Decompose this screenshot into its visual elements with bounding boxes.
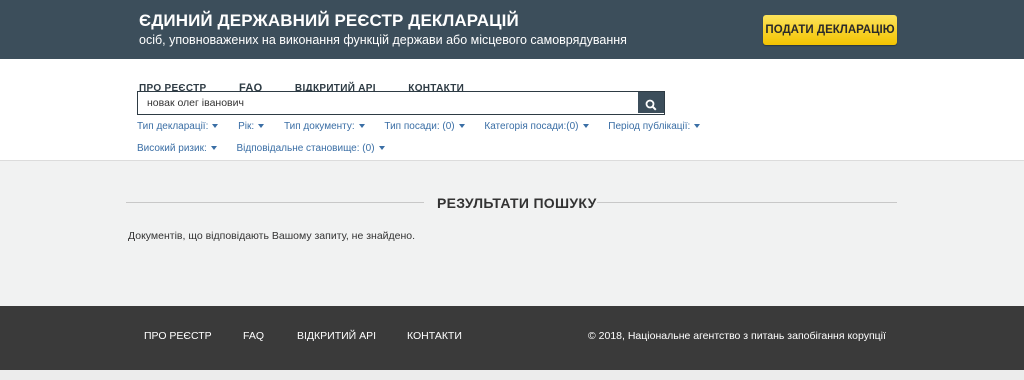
footer-link-about[interactable]: ПРО РЕЄСТР	[144, 330, 212, 342]
search-panel: ПРО РЕЄСТР FAQ ВІДКРИТИЙ API КОНТАКТИ Ти…	[0, 59, 1024, 161]
caret-down-icon	[212, 124, 219, 129]
filter-publication-period[interactable]: Період публікації:	[608, 121, 701, 132]
search-box	[137, 91, 665, 115]
caret-down-icon	[694, 124, 701, 129]
filter-responsible-position[interactable]: Відповідальне становище: (0)	[237, 143, 385, 154]
footer-link-contacts[interactable]: КОНТАКТИ	[407, 330, 462, 342]
caret-down-icon	[358, 124, 365, 129]
divider	[597, 202, 897, 203]
registry-title: ЄДИНИЙ ДЕРЖАВНИЙ РЕЄСТР ДЕКЛАРАЦІЙ	[139, 11, 519, 30]
filter-declaration-type[interactable]: Тип декларації:	[137, 121, 219, 132]
filter-year[interactable]: Рік:	[238, 121, 265, 132]
filter-document-type[interactable]: Тип документу:	[284, 121, 365, 132]
filter-high-risk[interactable]: Високий ризик:	[137, 143, 217, 154]
header-bar: ЄДИНИЙ ДЕРЖАВНИЙ РЕЄСТР ДЕКЛАРАЦІЙ осіб,…	[0, 0, 1024, 59]
submit-declaration-button[interactable]: ПОДАТИ ДЕКЛАРАЦІЮ	[763, 15, 897, 45]
no-results-message: Документів, що відповідають Вашому запит…	[128, 230, 416, 242]
divider	[126, 202, 424, 203]
bottom-strip	[0, 370, 1024, 380]
caret-down-icon	[582, 124, 589, 129]
search-input[interactable]	[138, 92, 647, 113]
footer: ПРО РЕЄСТР FAQ ВІДКРИТИЙ API КОНТАКТИ © …	[0, 306, 1024, 370]
footer-link-faq[interactable]: FAQ	[243, 330, 264, 342]
filter-row-2: Високий ризик: Відповідальне становище: …	[137, 143, 402, 154]
search-button[interactable]	[638, 92, 664, 113]
results-title: РЕЗУЛЬТАТИ ПОШУКУ	[437, 195, 597, 211]
copyright: © 2018, Національне агентство з питань з…	[588, 330, 886, 342]
filter-position-type[interactable]: Тип посади: (0)	[384, 121, 465, 132]
search-icon	[645, 99, 657, 111]
footer-link-open-api[interactable]: ВІДКРИТИЙ API	[297, 330, 376, 342]
caret-down-icon	[458, 124, 465, 129]
caret-down-icon	[210, 146, 217, 151]
filter-position-category[interactable]: Категорія посади:(0)	[484, 121, 589, 132]
registry-subtitle: осіб, уповноважених на виконання функцій…	[139, 33, 627, 47]
caret-down-icon	[378, 146, 385, 151]
filter-row-1: Тип декларації: Рік: Тип документу: Тип …	[137, 121, 717, 132]
caret-down-icon	[258, 124, 265, 129]
